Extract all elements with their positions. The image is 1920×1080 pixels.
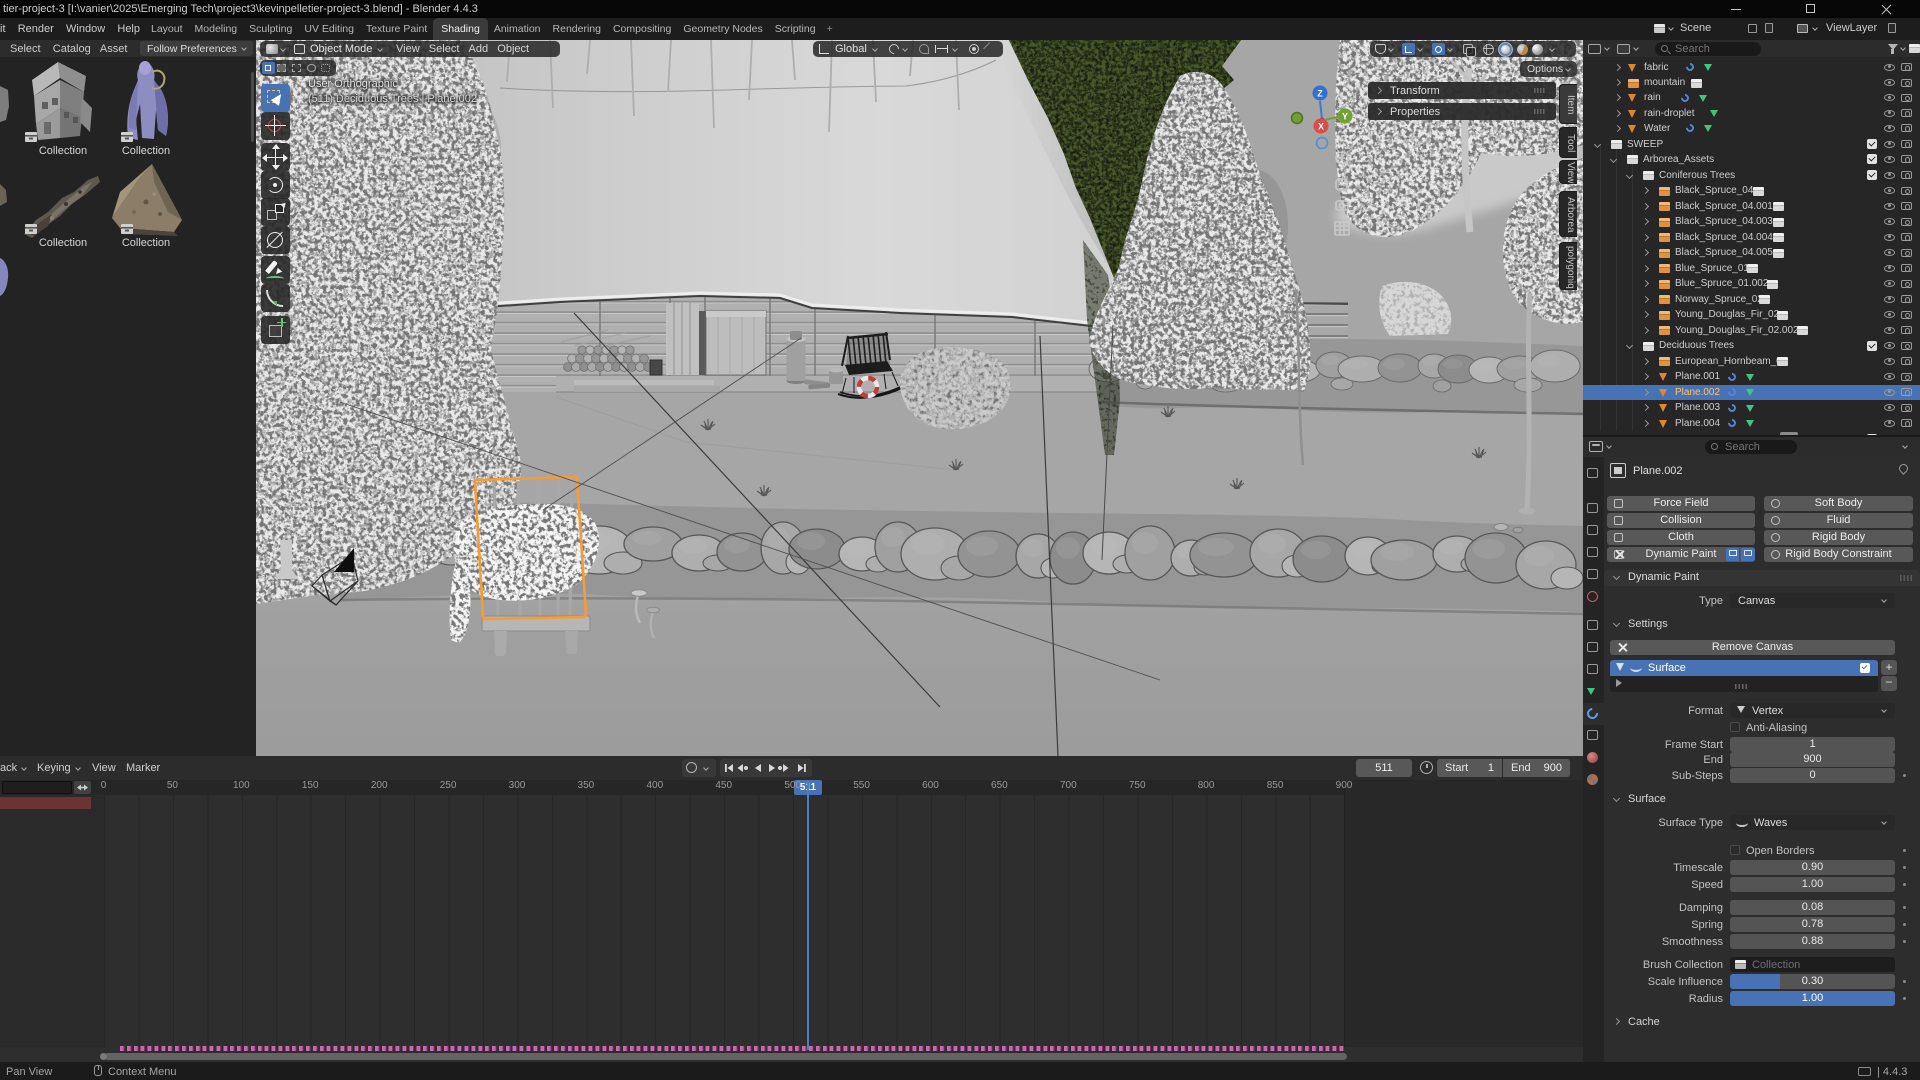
svg-text:X: X: [1318, 122, 1324, 132]
svg-text:Collection: Collection: [39, 145, 87, 157]
svg-text:Collection: Collection: [39, 237, 87, 249]
svg-text:Collection: Collection: [122, 237, 170, 249]
svg-text:Z: Z: [1317, 89, 1323, 99]
svg-text:Collection: Collection: [122, 145, 170, 157]
svg-text:Y: Y: [1342, 112, 1348, 122]
